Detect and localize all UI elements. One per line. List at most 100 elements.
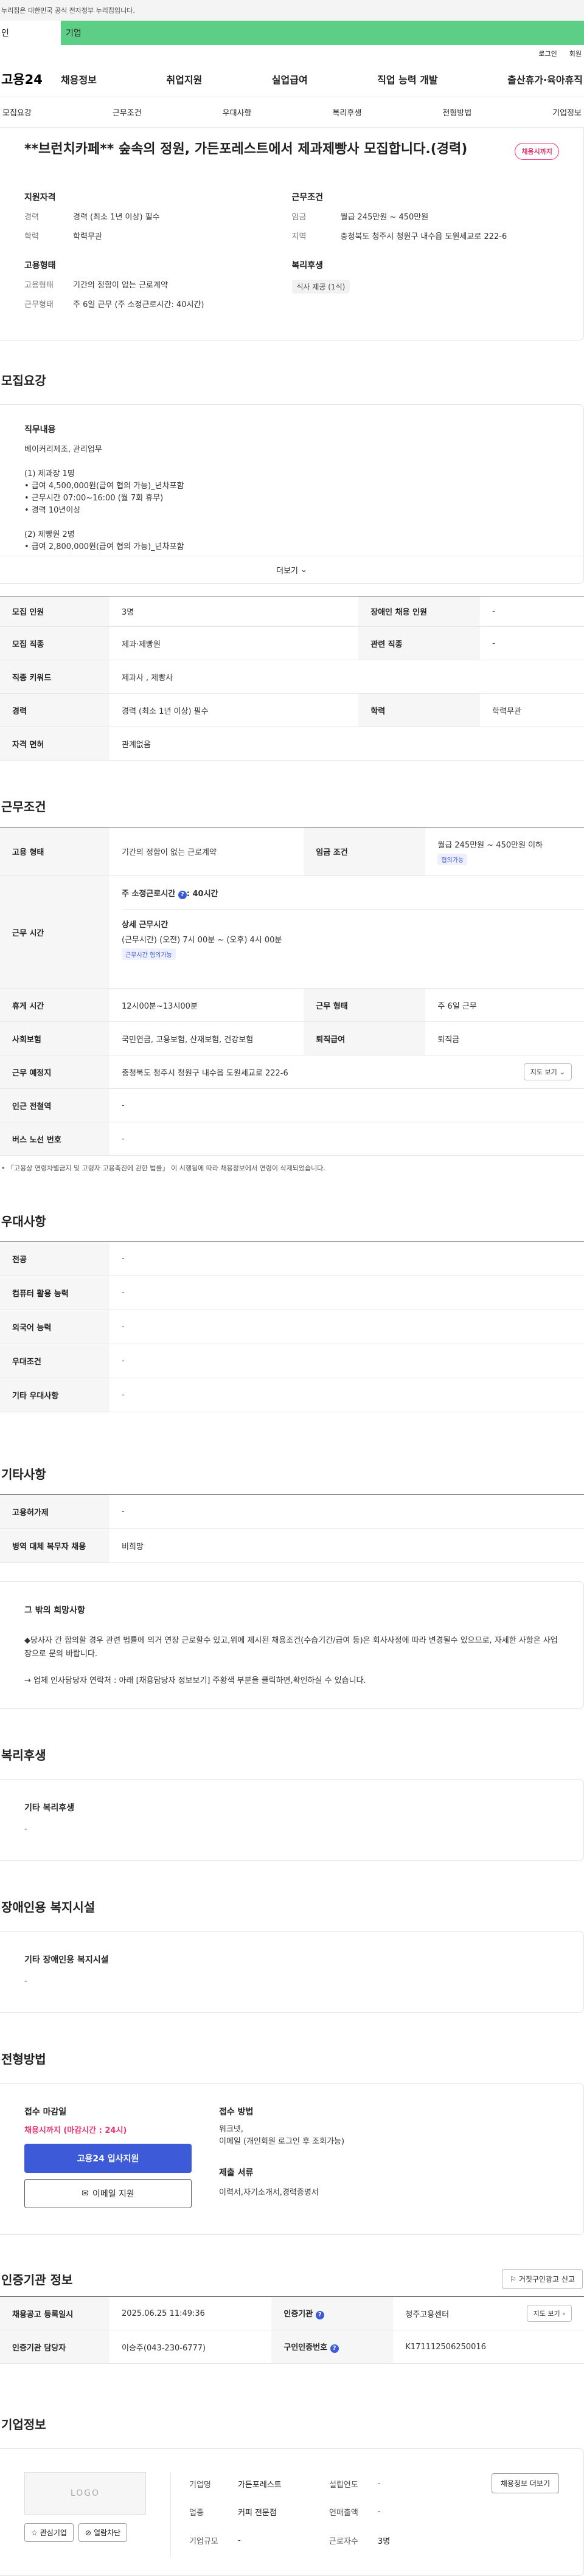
preferences-table: 전공 - 컴퓨터 활용 능력 - 외국어 능력 - 우대조건 - 기타 우대사항 - — [0, 1241, 584, 1412]
row-value: - — [480, 596, 584, 627]
insurance-value: 국민연금, 고용보험, 산재보험, 건강보험 — [109, 1021, 304, 1055]
subnav-selection[interactable]: 전형방법 — [442, 106, 471, 118]
hours-key: 근무 시간 — [0, 875, 109, 989]
docs-value: 이력서,자기소개서,경력증명서 — [219, 2188, 319, 2197]
subnav-requirements[interactable]: 모집요강 — [2, 106, 32, 118]
manager-key: 인증기관 담당자 — [0, 2330, 109, 2364]
qual-career-value: 경력 (최소 1년 이상) 필수 — [73, 213, 160, 222]
row-value: - — [480, 626, 584, 660]
block-button[interactable]: ⊘ 열람차단 — [78, 2523, 128, 2542]
login-link[interactable]: 로그인 — [538, 49, 557, 61]
signup-link[interactable]: 회원 — [569, 49, 582, 61]
row-key: 설립연도 — [329, 2481, 358, 2490]
age-note: • 「고용상 연령차별금지 및 고령자 고용촉진에 관한 법률」 이 시행됨에 … — [0, 1163, 584, 1173]
job-title: **브런치카페** 숲속의 정원, 가든포레스트에서 제과제빵사 모집합니다.(… — [24, 142, 468, 157]
apply-button[interactable]: 고용24 입사지원 — [24, 2144, 192, 2173]
row-key: 우대조건 — [0, 1344, 109, 1378]
info-icon[interactable]: ? — [178, 891, 187, 899]
tab-company[interactable]: 기업 — [61, 27, 82, 39]
disability-title: 기타 장애인용 복지시설 — [24, 1955, 109, 1965]
wage-negotiable-tag: 협의가능 — [437, 853, 468, 865]
gnb-unemployment-benefit[interactable]: 실업급여 — [272, 72, 308, 86]
report-label: 거짓구인광고 신고 — [518, 2275, 575, 2284]
subnav-company[interactable]: 기업정보 — [552, 106, 582, 118]
reg-value: 2025.06.25 11:49:36 — [109, 2296, 272, 2330]
conditions-table: 고용 형태 기간의 정함이 없는 근로계약 임금 조건 월급 245만원 ~ 4… — [0, 827, 584, 1156]
subnav-conditions[interactable]: 근무조건 — [113, 106, 142, 118]
chevron-right-icon: › — [562, 2309, 565, 2318]
row-value: - — [378, 2479, 381, 2489]
etc-table: 고용허가제 - 병역 대체 복무자 채용 비희망 — [0, 1494, 584, 1563]
row-value: - — [109, 1241, 584, 1276]
more-jobs-button[interactable]: 채용정보 더보기 — [491, 2473, 559, 2493]
favorite-button[interactable]: ☆ 관심기업 — [24, 2523, 74, 2542]
org-map-button[interactable]: 지도 보기 › — [526, 2305, 572, 2322]
row-key: 외국어 능력 — [0, 1310, 109, 1344]
deadline-title: 접수 마감일 — [24, 2107, 67, 2117]
row-value: 경력 (최소 1년 이상) 필수 — [109, 693, 359, 727]
info-icon[interactable]: ? — [330, 2344, 339, 2353]
row-key: 기타 우대사항 — [0, 1378, 109, 1412]
row-value: - — [109, 1310, 584, 1344]
bus-value: - — [109, 1122, 584, 1156]
tab-individual[interactable]: 인 — [0, 21, 61, 45]
cert-no-key: 구인인증번호 — [283, 2343, 328, 2352]
preferences-heading: 우대사항 — [1, 1214, 46, 1229]
row-value: - — [109, 1276, 584, 1310]
work-type-value: 주 6일 근무 — [425, 988, 584, 1022]
bus-key: 버스 노선 번호 — [0, 1122, 109, 1156]
subnav-welfare[interactable]: 복리후생 — [332, 106, 361, 118]
row-key: 관련 직종 — [358, 626, 481, 660]
work-type-key: 근무 형태 — [304, 988, 426, 1022]
other-wishes-title: 그 밖의 희망사항 — [24, 1606, 85, 1615]
chevron-down-icon: ⌄ — [559, 1068, 565, 1076]
deadline-badge: 채용시까지 — [515, 143, 559, 160]
row-key: 연매출액 — [329, 2509, 358, 2518]
duty-title: 직무내용 — [24, 425, 56, 435]
duty-text: 베이커리제조, 관리업무 (1) 제과장 1명 • 급여 4,500,000원(… — [24, 445, 184, 551]
row-value: 가든포레스트 — [238, 2481, 282, 2490]
age-note-text: 「고용상 연령차별금지 및 고령자 고용촉진에 관한 법률」 이 시행됨에 따라… — [7, 1164, 325, 1172]
row-key: 직종 키워드 — [0, 660, 109, 694]
row-value: 제과·제빵원 — [109, 626, 359, 660]
map-button[interactable]: 지도 보기 ⌄ — [523, 1063, 572, 1080]
severance-value: 퇴직금 — [425, 1021, 584, 1055]
place-value: 충청북도 청주시 청원구 내수읍 도원세교로 222-6 — [122, 1068, 288, 1078]
bullet-icon: • — [1, 1164, 7, 1172]
global-nav: 고용24 채용정보 취업지원 실업급여 직업 능력 개발 출산휴가·육아휴직 — [0, 61, 584, 97]
welfare-heading: 복리후생 — [1, 1748, 46, 1763]
report-button[interactable]: ⚐ 거짓구인광고 신고 — [502, 2269, 583, 2289]
row-key: 기업명 — [189, 2481, 211, 2490]
row-key: 학력 — [358, 693, 481, 727]
mail-icon: ✉ — [82, 2189, 89, 2198]
row-value: 3명 — [378, 2536, 391, 2546]
requirements-heading: 모집요강 — [1, 373, 46, 388]
more-label: 더보기 — [276, 566, 298, 576]
row-value: - — [378, 2507, 381, 2517]
subway-key: 인근 전철역 — [0, 1088, 109, 1122]
cert-heading: 인증기관 정보 — [1, 2273, 73, 2287]
gnb-vocational-training[interactable]: 직업 능력 개발 — [377, 72, 437, 86]
insurance-key: 사회보험 — [0, 1021, 109, 1055]
employment-type-label: 고용형태 — [24, 261, 56, 271]
qual-edu-value: 학력무관 — [73, 232, 102, 241]
place-key: 근무 예정지 — [0, 1055, 109, 1089]
gnb-employment-support[interactable]: 취업지원 — [166, 72, 202, 86]
subnav-preferences[interactable]: 우대사항 — [223, 106, 252, 118]
hours-negotiable-tag: 근무시간 협의가능 — [122, 948, 176, 960]
emp-type-value: 기간의 정함이 없는 근로계약 — [109, 827, 304, 876]
conditions-heading: 근무조건 — [1, 799, 46, 814]
hours-detail: (근무시간) (오전) 7시 00분 ~ (오후) 4시 00분 — [122, 936, 282, 945]
info-icon[interactable]: ? — [315, 2311, 324, 2319]
gnb-parental-leave[interactable]: 출산휴가·육아휴직 — [507, 72, 583, 86]
more-button[interactable]: 더보기 ⌄ — [0, 556, 583, 583]
reg-key: 채용공고 등록일시 — [0, 2296, 109, 2330]
selection-heading: 전형방법 — [1, 2052, 46, 2067]
site-logo[interactable]: 고용24 — [0, 70, 61, 88]
row-key: 컴퓨터 활용 능력 — [0, 1276, 109, 1310]
qual-edu-key: 학력 — [24, 232, 39, 241]
section-nav: 모집요강 근무조건 우대사항 복리후생 전형방법 기업정보 — [0, 97, 584, 128]
gnb-jobs[interactable]: 채용정보 — [61, 72, 97, 86]
row-key: 장애인 채용 인원 — [358, 596, 481, 627]
email-apply-button[interactable]: ✉ 이메일 지원 — [24, 2179, 192, 2208]
